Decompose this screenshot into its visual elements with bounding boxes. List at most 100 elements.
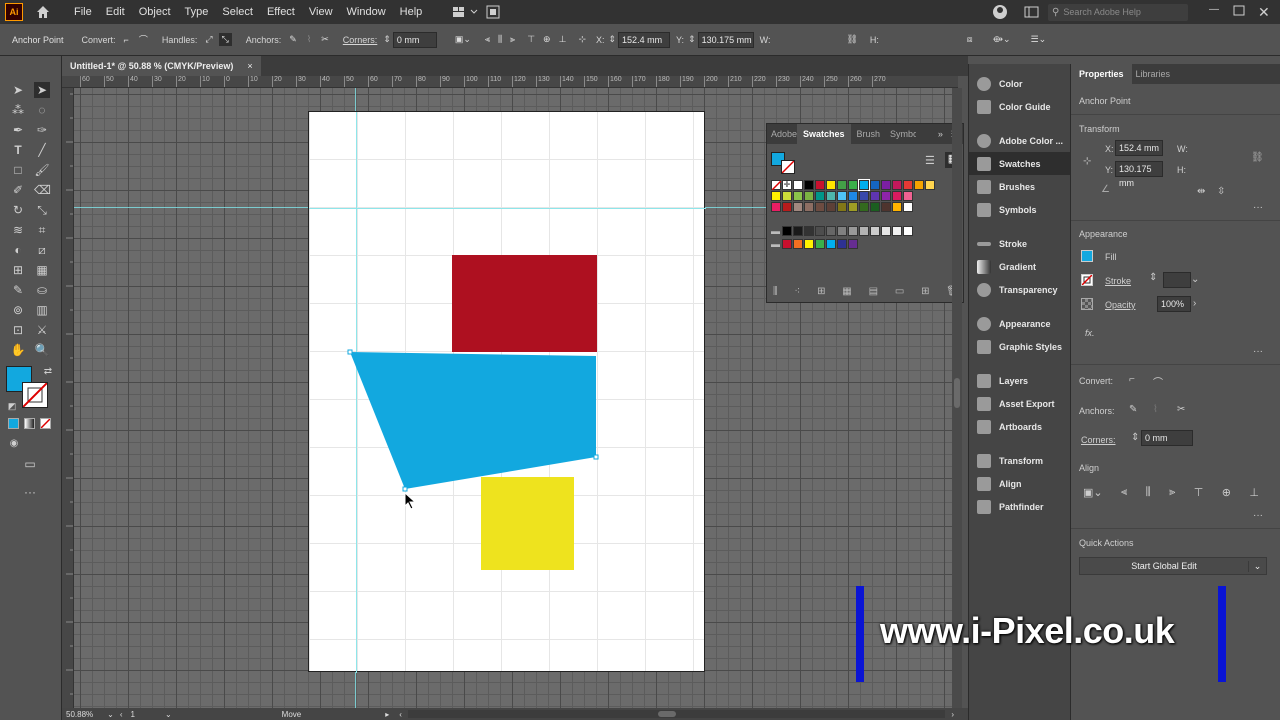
tab-libraries[interactable]: Libraries: [1132, 69, 1175, 79]
color-swatch[interactable]: [881, 226, 891, 236]
color-swatch[interactable]: [881, 191, 891, 201]
color-swatch[interactable]: [881, 180, 891, 190]
color-swatch[interactable]: [804, 226, 814, 236]
minimize-icon[interactable]: —: [1206, 4, 1222, 20]
zoom-tool-icon[interactable]: 🔍: [34, 342, 50, 358]
dock-item-swatches[interactable]: Swatches: [969, 152, 1070, 175]
menu-item-help[interactable]: Help: [393, 6, 430, 18]
prop-x-input[interactable]: 152.4 mm: [1115, 140, 1163, 156]
flip-horizontal-icon[interactable]: ⇹: [1197, 186, 1205, 197]
none-mode-icon[interactable]: [40, 418, 51, 429]
align-right-icon[interactable]: ⫸: [510, 34, 515, 45]
align-vcenter-icon[interactable]: ⊕: [543, 34, 551, 45]
constrain-proportions-icon[interactable]: ⛓: [1251, 152, 1264, 163]
x-input[interactable]: 152.4 mm: [618, 31, 671, 48]
stroke-swatch[interactable]: [22, 382, 48, 408]
color-swatch[interactable]: [771, 202, 781, 212]
connect-anchor-icon[interactable]: ⌇: [307, 34, 311, 45]
appearance-more-icon[interactable]: ···: [1253, 346, 1263, 357]
none-swatch[interactable]: [771, 180, 782, 191]
menu-item-object[interactable]: Object: [132, 6, 178, 18]
menu-item-effect[interactable]: Effect: [260, 6, 302, 18]
menu-item-select[interactable]: Select: [215, 6, 260, 18]
color-swatch[interactable]: [914, 180, 924, 190]
warp-tool-icon[interactable]: ≋: [10, 222, 26, 238]
color-swatch[interactable]: [848, 180, 858, 190]
prop-cut-path-icon[interactable]: ✂: [1177, 404, 1185, 415]
status-play-icon[interactable]: ▸: [385, 710, 389, 719]
workspace-switcher-icon[interactable]: [451, 4, 481, 20]
dock-item-transform[interactable]: Transform: [969, 449, 1070, 472]
prop-align-bottom-icon[interactable]: ⊥: [1249, 486, 1259, 499]
color-swatch[interactable]: [804, 180, 814, 190]
direct-selection-tool-icon[interactable]: ➤: [34, 82, 50, 98]
color-swatch[interactable]: [848, 202, 858, 212]
show-handles-icon[interactable]: ⤢: [205, 34, 212, 45]
color-mode-icon[interactable]: [8, 418, 19, 429]
tab-adobe[interactable]: Adobe: [767, 129, 797, 139]
color-swatch[interactable]: [782, 226, 792, 236]
align-hcenter-icon[interactable]: ⫼: [498, 34, 502, 45]
dock-item-gradient[interactable]: Gradient: [969, 255, 1070, 278]
start-global-edit-button[interactable]: Start Global Edit ⌄: [1079, 557, 1267, 575]
document-tab[interactable]: Untitled-1* @ 50.88 % (CMYK/Preview) ×: [62, 56, 261, 76]
color-swatch[interactable]: [848, 191, 858, 201]
color-swatch[interactable]: [815, 202, 825, 212]
transform-icon[interactable]: ▣⌄: [455, 34, 471, 45]
more-tools-icon[interactable]: ···: [22, 484, 38, 500]
lasso-icon[interactable]: ◌: [34, 102, 50, 118]
color-swatch[interactable]: [903, 226, 913, 236]
color-swatch[interactable]: [804, 239, 814, 249]
draw-mode-icon[interactable]: ◉: [6, 436, 22, 452]
constrain-icon[interactable]: ⛓: [846, 34, 857, 45]
new-color-group-icon[interactable]: ▤: [869, 286, 878, 297]
color-swatch[interactable]: [870, 202, 880, 212]
color-swatch[interactable]: [793, 191, 803, 201]
color-swatch[interactable]: [837, 191, 847, 201]
folder-icon[interactable]: ▬: [771, 227, 781, 236]
corners-stepper[interactable]: ⇕: [383, 34, 391, 45]
color-swatch[interactable]: [859, 191, 869, 201]
color-swatch[interactable]: [903, 191, 913, 201]
color-swatch[interactable]: [858, 179, 870, 191]
panel-expand-icon[interactable]: »: [938, 129, 943, 139]
prop-connect-anchor-icon[interactable]: ⌇: [1153, 404, 1158, 415]
dock-item-brushes[interactable]: Brushes: [969, 175, 1070, 198]
dock-item-color[interactable]: Color: [969, 72, 1070, 95]
color-swatch[interactable]: [815, 180, 825, 190]
convert-corner-icon[interactable]: ⌐: [124, 35, 129, 45]
stroke-color-swatch[interactable]: [1081, 274, 1093, 286]
tab-properties[interactable]: Properties: [1071, 64, 1132, 84]
hscroll-right-icon[interactable]: ›: [951, 710, 954, 719]
new-swatch-icon[interactable]: ⊞: [921, 286, 929, 297]
color-swatch[interactable]: [826, 180, 836, 190]
line-tool-icon[interactable]: ╱: [34, 142, 50, 158]
color-swatch[interactable]: [837, 239, 847, 249]
color-swatch[interactable]: [837, 202, 847, 212]
remove-anchor-icon[interactable]: ✎: [289, 34, 297, 45]
dock-item-layers[interactable]: Layers: [969, 369, 1070, 392]
swatch-stroke-indicator[interactable]: [781, 160, 795, 174]
color-swatch[interactable]: [804, 202, 814, 212]
prop-align-right-icon[interactable]: ⫸: [1169, 486, 1175, 499]
color-swatch[interactable]: [892, 226, 902, 236]
color-swatch[interactable]: [859, 226, 869, 236]
blue-polygon[interactable]: [309, 112, 706, 673]
hand-tool-icon[interactable]: ✋: [10, 342, 26, 358]
opacity-input[interactable]: 100%: [1157, 296, 1191, 312]
default-colors-icon[interactable]: ◩: [4, 398, 20, 414]
color-swatch[interactable]: [793, 180, 803, 190]
fx-button[interactable]: fx.: [1085, 328, 1095, 338]
reference-point-icon[interactable]: ⊹: [578, 34, 586, 45]
horizontal-scrollbar[interactable]: [407, 710, 946, 718]
curvature-icon[interactable]: ✑: [34, 122, 50, 138]
color-swatch[interactable]: [826, 191, 836, 201]
prop-corners-input[interactable]: 0 mm: [1141, 430, 1193, 446]
color-swatch[interactable]: [782, 202, 792, 212]
artboard-tool-icon[interactable]: ⊡: [10, 322, 26, 338]
color-swatch[interactable]: [771, 191, 781, 201]
color-swatch[interactable]: [859, 202, 869, 212]
rotate-icon[interactable]: ↻: [10, 202, 26, 218]
paintbrush-icon[interactable]: 🖌: [34, 162, 50, 178]
stroke-weight-dropdown-icon[interactable]: ⌄: [1191, 274, 1199, 285]
